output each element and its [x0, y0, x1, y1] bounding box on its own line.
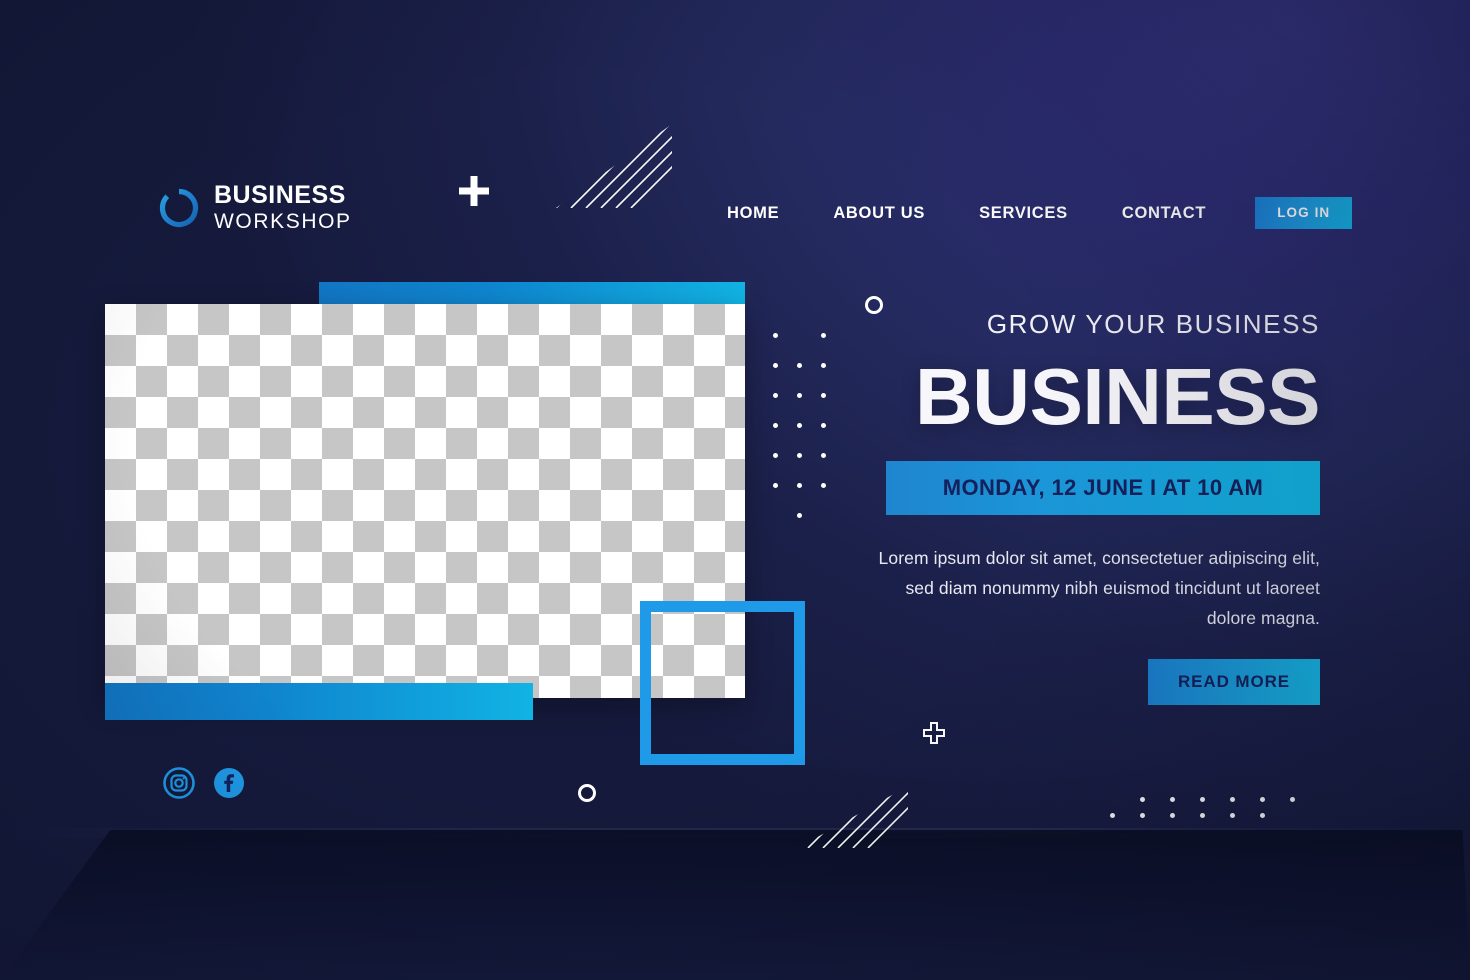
nav-item-home[interactable]: HOME — [700, 204, 806, 223]
brand-logo[interactable]: BUSINESS WORKSHOP — [158, 183, 352, 232]
hero-paragraph: Lorem ipsum dolor sit amet, consectetuer… — [878, 547, 1320, 628]
hero-eyebrow: GROW YOUR BUSINESS — [986, 309, 1320, 339]
floor-shadow-panel — [0, 830, 1470, 980]
dot-grid-left — [770, 330, 826, 520]
brand-line-1: BUSINESS — [214, 181, 346, 209]
card-accent-bar-bottom — [105, 683, 533, 720]
site-header: BUSINESS WORKSHOP HOME ABOUT US SERVICES… — [0, 0, 1470, 300]
outline-square-decoration — [640, 601, 805, 765]
event-date-banner: MONDAY, 12 JUNE I AT 10 AM — [886, 460, 1320, 515]
plus-outline-icon — [923, 722, 945, 744]
hero-headline: BUSINESS — [915, 351, 1320, 441]
nav-item-contact[interactable]: CONTACT — [1095, 204, 1233, 223]
social-links — [163, 767, 245, 799]
facebook-icon[interactable] — [213, 767, 245, 799]
hero-banner-canvas: BUSINESS WORKSHOP HOME ABOUT US SERVICES… — [0, 0, 1470, 980]
circular-ring-icon — [158, 187, 200, 229]
circle-outline-bottom — [578, 784, 596, 802]
brand-wordmark: BUSINESS WORKSHOP — [214, 181, 352, 233]
read-more-button[interactable]: READ MORE — [1148, 658, 1320, 705]
nav-item-about-us[interactable]: ABOUT US — [806, 204, 952, 223]
hero-content: GROW YOUR BUSINESS BUSINESS MONDAY, 12 J… — [860, 309, 1321, 705]
main-navigation: HOME ABOUT US SERVICES CONTACT LOG IN — [700, 197, 1353, 229]
nav-item-services[interactable]: SERVICES — [952, 204, 1095, 223]
dot-grid-right — [1100, 795, 1300, 825]
brand-line-2: WORKSHOP — [214, 210, 352, 233]
login-button[interactable]: LOG IN — [1255, 197, 1353, 229]
instagram-icon[interactable] — [163, 767, 195, 799]
